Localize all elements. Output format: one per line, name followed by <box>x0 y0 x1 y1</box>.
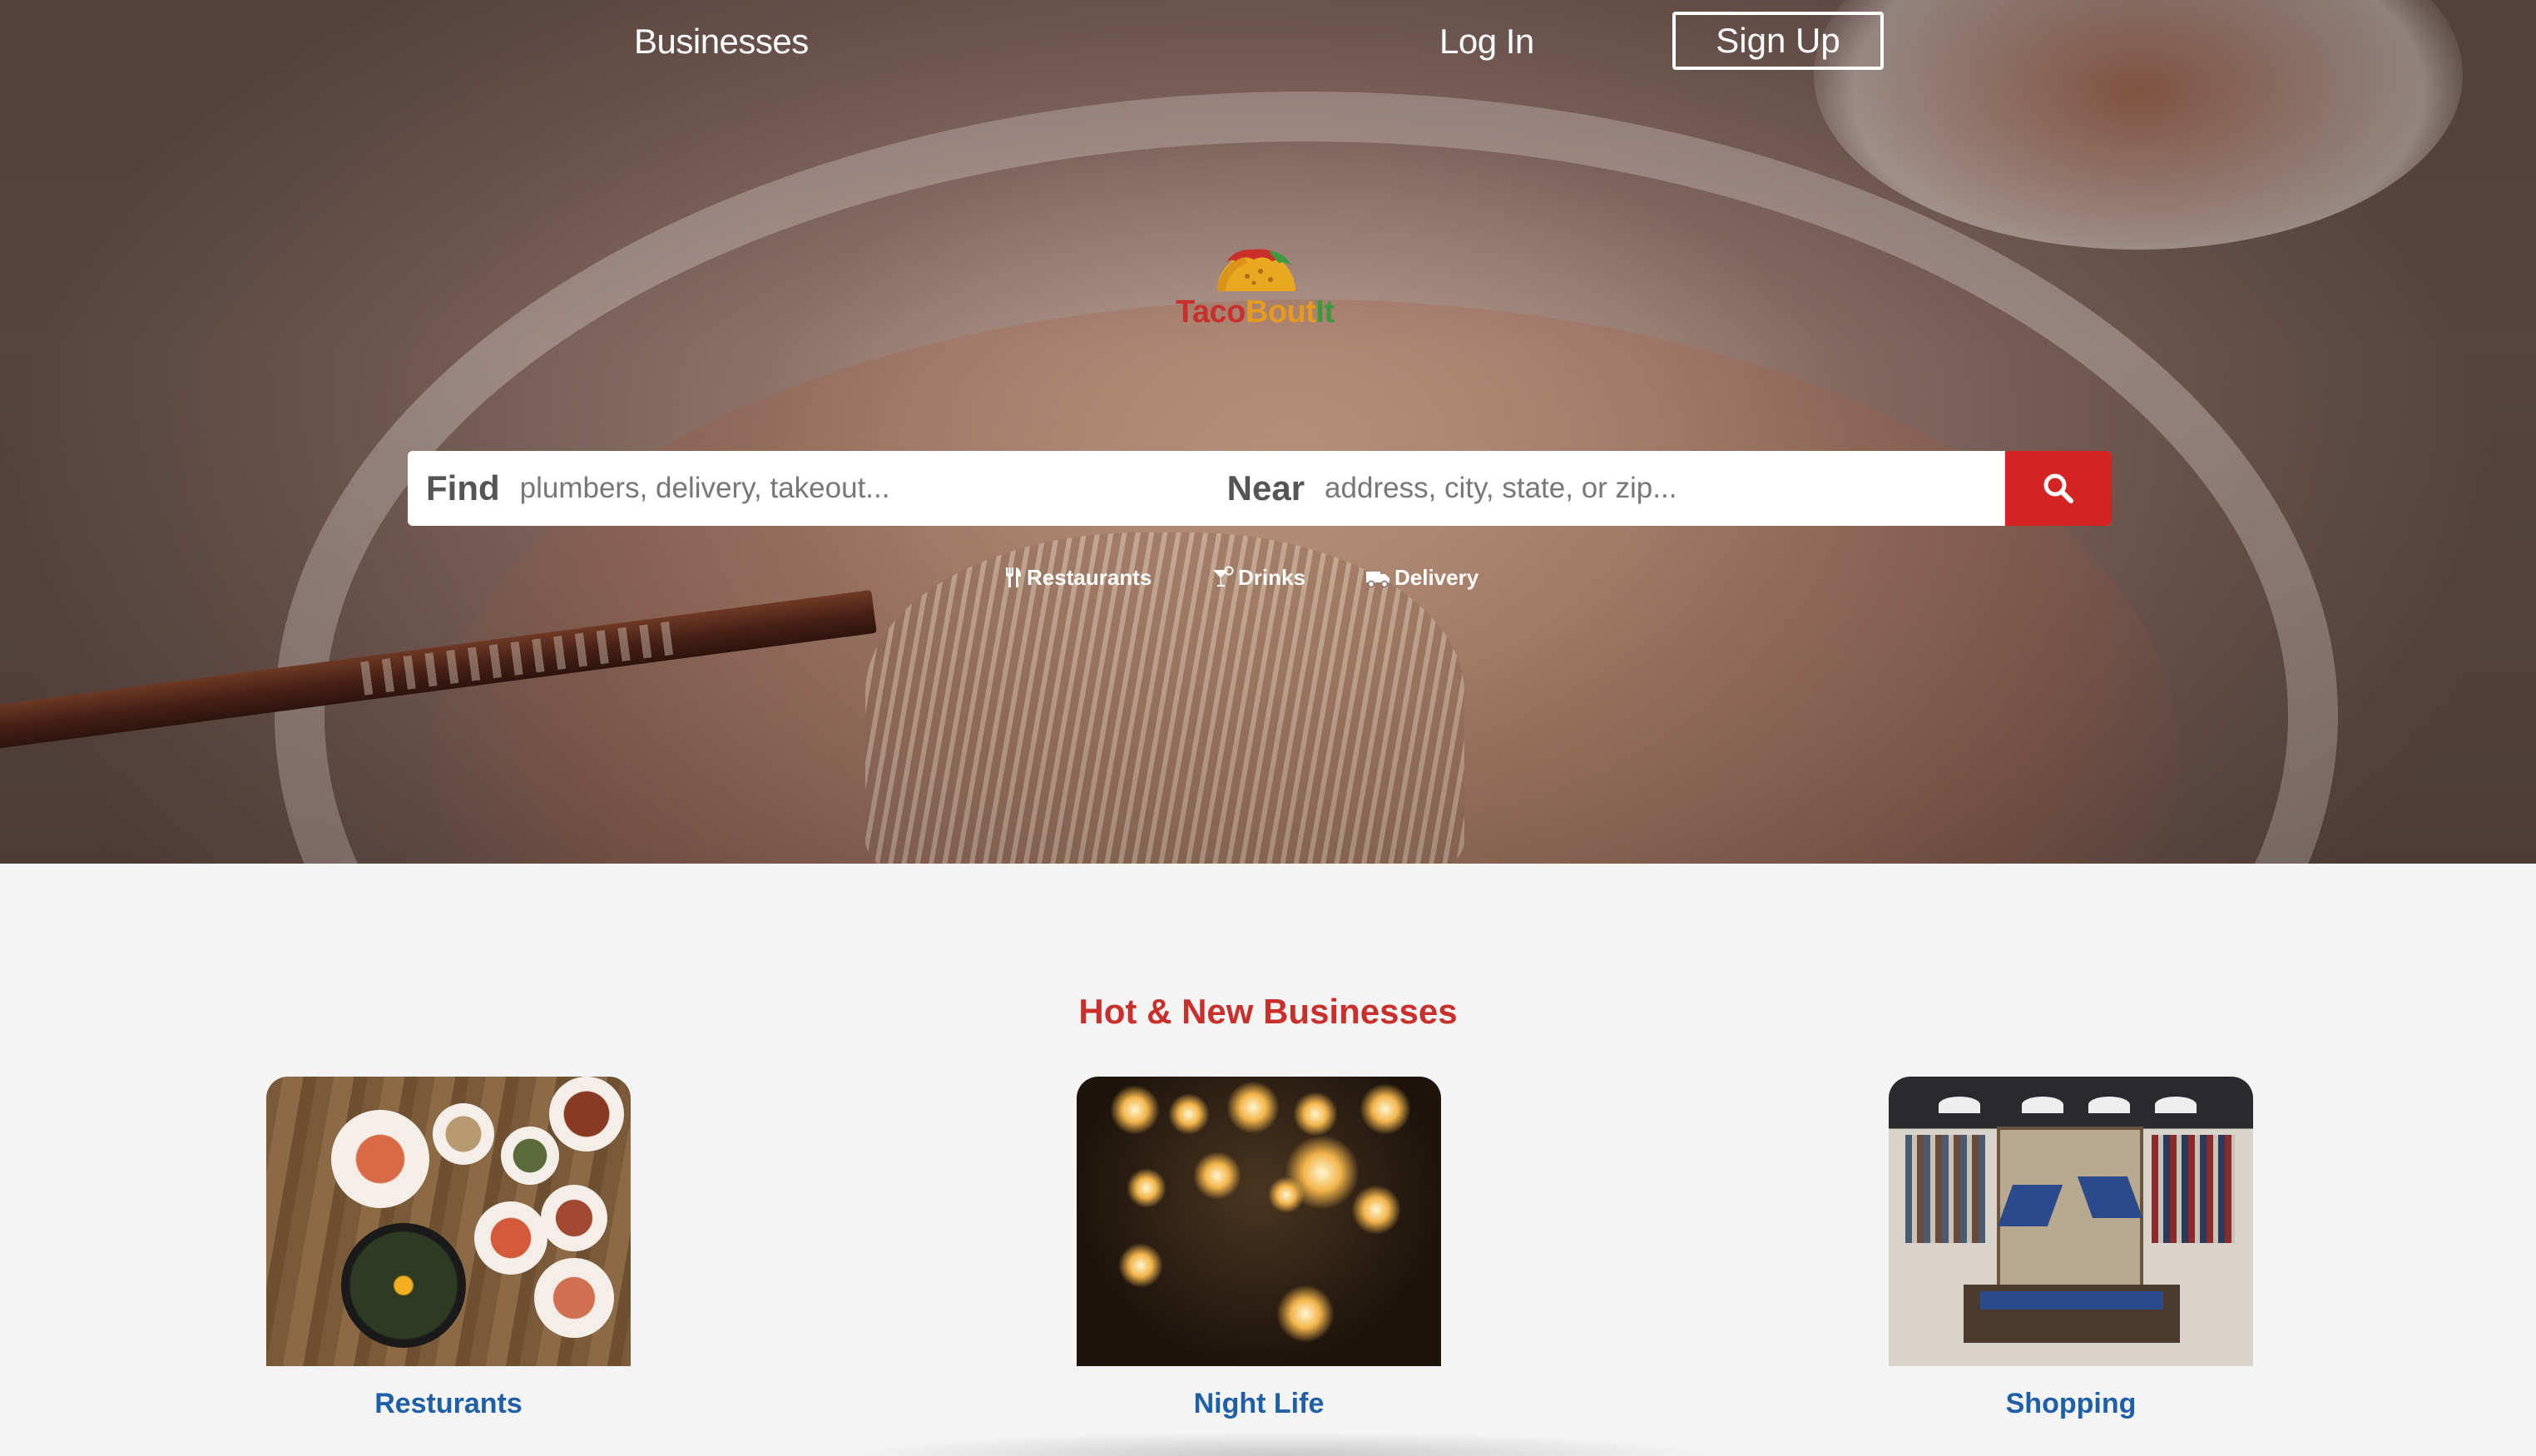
utensils-icon <box>1006 567 1021 587</box>
nightlife-image <box>1077 1077 1441 1366</box>
category-label: Night Life <box>1193 1388 1325 1419</box>
bottom-shadow <box>840 1431 1722 1456</box>
nav-businesses-link[interactable]: Businesses <box>634 22 809 62</box>
quick-link-restaurants[interactable]: Restaurants <box>1003 561 1152 594</box>
quick-link-label: Restaurants <box>1027 564 1152 590</box>
quick-link-delivery[interactable]: Delivery <box>1365 561 1479 594</box>
brand-logo[interactable]: TacoBoutIt <box>1169 243 1348 334</box>
section-title: Hot & New Businesses <box>1078 992 1458 1031</box>
search-icon <box>2043 473 2073 503</box>
hero-banner: Businesses Log In Sign Up TacoBoutIt Fin… <box>0 0 2536 864</box>
quick-link-drinks[interactable]: Drinks <box>1211 561 1305 594</box>
near-label: Near <box>1226 468 1305 508</box>
delivery-truck-icon <box>1366 572 1389 588</box>
find-input[interactable] <box>519 451 1227 526</box>
logo-word-taco: Taco <box>1176 295 1246 329</box>
search-bar: Find Near <box>408 451 2112 526</box>
category-card-shopping[interactable]: Shopping <box>1889 1077 2253 1420</box>
hero-overlay <box>0 0 2536 864</box>
quick-link-label: Delivery <box>1394 564 1479 590</box>
shopping-image <box>1889 1077 2253 1366</box>
logo-wordmark: TacoBoutIt <box>1176 295 1335 330</box>
search-button[interactable] <box>2005 451 2112 526</box>
cocktail-icon <box>1213 566 1234 587</box>
category-card-nightlife[interactable]: Night Life <box>1077 1077 1441 1420</box>
restaurants-image <box>266 1077 631 1366</box>
signup-button[interactable]: Sign Up <box>1672 12 1884 70</box>
logo-word-it: It <box>1315 295 1335 329</box>
category-label: Shopping <box>2005 1388 2137 1419</box>
nav-login-link[interactable]: Log In <box>1439 22 1534 62</box>
find-label: Find <box>426 468 500 508</box>
quick-link-label: Drinks <box>1238 564 1305 590</box>
logo-word-bout: Bout <box>1245 295 1316 329</box>
category-card-restaurants[interactable]: Resturants <box>266 1077 631 1420</box>
taco-icon <box>1217 249 1295 291</box>
near-input[interactable] <box>1325 451 2008 526</box>
category-label: Resturants <box>374 1388 523 1419</box>
